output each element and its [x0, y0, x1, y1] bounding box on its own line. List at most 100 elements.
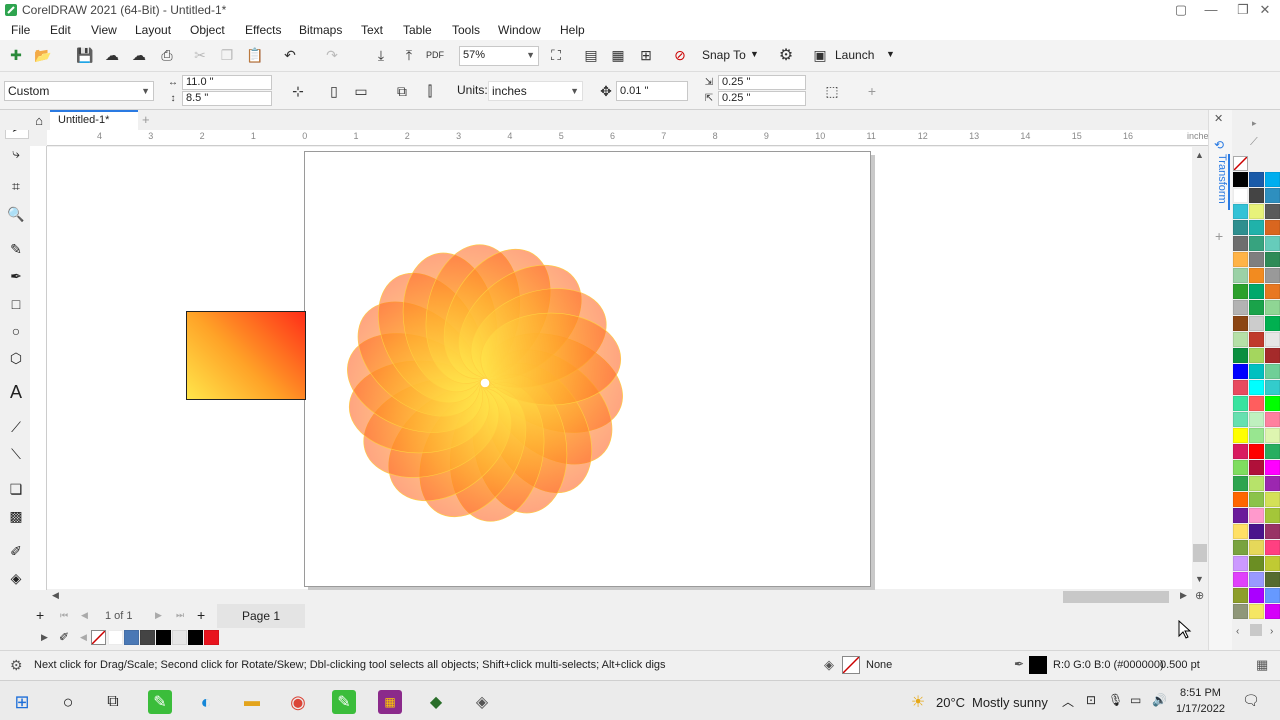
palette-swatch[interactable] [1249, 540, 1264, 555]
palette-swatch[interactable] [1233, 476, 1248, 491]
palette-swatch[interactable] [1249, 252, 1264, 267]
artistic-media-tool-icon[interactable]: ✒ [5, 265, 27, 287]
palette-swatch[interactable] [1249, 188, 1264, 203]
winrar-icon[interactable]: ▦ [378, 690, 402, 714]
spirograph-flower[interactable] [340, 238, 630, 528]
text-tool-icon[interactable]: A [5, 381, 27, 403]
show-grid-icon[interactable]: ▦ [608, 45, 628, 65]
vertical-scroll-thumb[interactable] [1193, 544, 1207, 562]
document-palette-swatch[interactable] [172, 630, 187, 645]
menu-bitmaps[interactable]: Bitmaps [299, 23, 342, 37]
microphone-icon[interactable]: 🎙 [1108, 693, 1123, 707]
palette-swatch[interactable] [1233, 572, 1248, 587]
palette-swatch[interactable] [1265, 540, 1280, 555]
document-palette-swatch[interactable] [140, 630, 155, 645]
palette-scroll-left-icon[interactable]: ◀ [80, 632, 87, 643]
zoom-to-page-icon[interactable]: ⛶ [546, 45, 566, 65]
drop-shadow-tool-icon[interactable]: ❏ [5, 478, 27, 500]
close-button[interactable]: ✕ [1250, 0, 1280, 20]
palette-swatch[interactable] [1233, 284, 1248, 299]
palette-swatch[interactable] [1249, 460, 1264, 475]
zoom-level-field[interactable]: 57% ▼ [459, 46, 539, 66]
tray-app-icon[interactable]: ⊡ [1086, 693, 1096, 707]
palette-swatch[interactable] [1249, 204, 1264, 219]
tab-untitled-1[interactable]: Untitled-1* [50, 110, 138, 130]
transform-icon[interactable]: ⟲ [1214, 138, 1224, 152]
corel-app-icon[interactable]: ◆ [424, 690, 448, 714]
document-palette-swatch[interactable] [188, 630, 203, 645]
palette-swatch[interactable] [1249, 172, 1264, 187]
transparency-tool-icon[interactable]: ▩ [5, 505, 27, 527]
menu-object[interactable]: Object [190, 23, 225, 37]
outline-color-swatch[interactable] [1029, 656, 1047, 674]
crop-tool-icon[interactable]: ⌗ [5, 175, 27, 197]
chevron-down-icon[interactable]: ▼ [750, 49, 759, 59]
palette-swatch[interactable] [1249, 316, 1264, 331]
minimize-button[interactable]: — [1196, 0, 1226, 20]
status-panel-icon[interactable]: ▦ [1256, 657, 1268, 673]
weather-temperature[interactable]: 20°C [936, 695, 965, 710]
palette-swatch[interactable] [1265, 492, 1280, 507]
palette-swatch[interactable] [1233, 332, 1248, 347]
redo-icon[interactable]: ↷ [322, 45, 342, 65]
menu-view[interactable]: View [91, 23, 117, 37]
palette-swatch[interactable] [1265, 396, 1280, 411]
palette-swatch[interactable] [1249, 476, 1264, 491]
palette-swatch[interactable] [1233, 492, 1248, 507]
duplicate-y-field[interactable]: 0.25 " [718, 91, 806, 106]
fill-bucket-icon[interactable]: ◈ [824, 657, 834, 673]
palette-swatch[interactable] [1249, 556, 1264, 571]
menu-tools[interactable]: Tools [452, 23, 480, 37]
landscape-icon[interactable]: ▭ [351, 81, 371, 101]
document-palette-swatch[interactable] [156, 630, 171, 645]
first-page-icon[interactable]: ⏮ [60, 610, 68, 621]
palette-scroll-thumb[interactable] [1250, 624, 1262, 636]
palette-swatch[interactable] [1265, 460, 1280, 475]
palette-swatch[interactable] [1233, 348, 1248, 363]
menu-table[interactable]: Table [403, 23, 432, 37]
gear-icon[interactable]: ⚙ [776, 45, 796, 65]
menu-window[interactable]: Window [498, 23, 541, 37]
help-window-icon[interactable]: ▢ [1166, 0, 1196, 20]
palette-swatch[interactable] [1233, 236, 1248, 251]
horizontal-scroll-thumb[interactable] [1063, 591, 1169, 603]
palette-swatch[interactable] [1233, 220, 1248, 235]
palette-swatch[interactable] [1265, 364, 1280, 379]
scroll-down-icon[interactable]: ▼ [1195, 574, 1204, 584]
eyedropper-tool-icon[interactable]: ✐ [5, 540, 27, 562]
notifications-icon[interactable]: 🗨 [1242, 692, 1260, 709]
palette-swatch[interactable] [1265, 428, 1280, 443]
show-hidden-icons-icon[interactable]: ︿ [1062, 693, 1074, 710]
transform-docker-tab[interactable]: Transform [1212, 154, 1230, 210]
palette-swatch[interactable] [1265, 588, 1280, 603]
download-cloud-icon[interactable]: ☁ [129, 45, 149, 65]
menu-effects[interactable]: Effects [245, 23, 281, 37]
menu-layout[interactable]: Layout [135, 23, 171, 37]
palette-swatch[interactable] [1265, 172, 1280, 187]
new-document-icon[interactable]: ✚ [6, 45, 26, 65]
snap-to-dropdown[interactable]: Snap To [702, 48, 746, 62]
windows-start-icon[interactable]: ⊞ [10, 690, 34, 714]
palette-scroll-right-icon[interactable]: › [1270, 626, 1273, 637]
corel-app-icon-2[interactable]: ◈ [470, 690, 494, 714]
palette-swatch[interactable] [1249, 364, 1264, 379]
palette-swatch[interactable] [1265, 508, 1280, 523]
palette-swatch[interactable] [1265, 348, 1280, 363]
palette-swatch[interactable] [1265, 380, 1280, 395]
volume-icon[interactable]: 🔊 [1152, 693, 1167, 707]
all-pages-icon[interactable]: ⊹ [288, 81, 308, 101]
palette-swatch[interactable] [1233, 300, 1248, 315]
undo-icon[interactable]: ↶ [280, 45, 300, 65]
clock-date[interactable]: 1/17/2022 [1176, 703, 1225, 715]
menu-help[interactable]: Help [560, 23, 585, 37]
palette-swatch[interactable] [1233, 252, 1248, 267]
palette-swatch[interactable] [1233, 364, 1248, 379]
add-tab-icon[interactable]: + [142, 112, 150, 127]
palette-swatch[interactable] [1249, 412, 1264, 427]
eyedropper-icon[interactable]: ✐ [59, 630, 69, 644]
parallel-dimension-tool-icon[interactable]: ⟋ [5, 416, 27, 438]
palette-swatch[interactable] [1249, 524, 1264, 539]
zoom-tool-icon[interactable]: 🔍 [5, 203, 27, 225]
palette-swatch[interactable] [1233, 316, 1248, 331]
add-icon[interactable]: + [862, 81, 882, 101]
